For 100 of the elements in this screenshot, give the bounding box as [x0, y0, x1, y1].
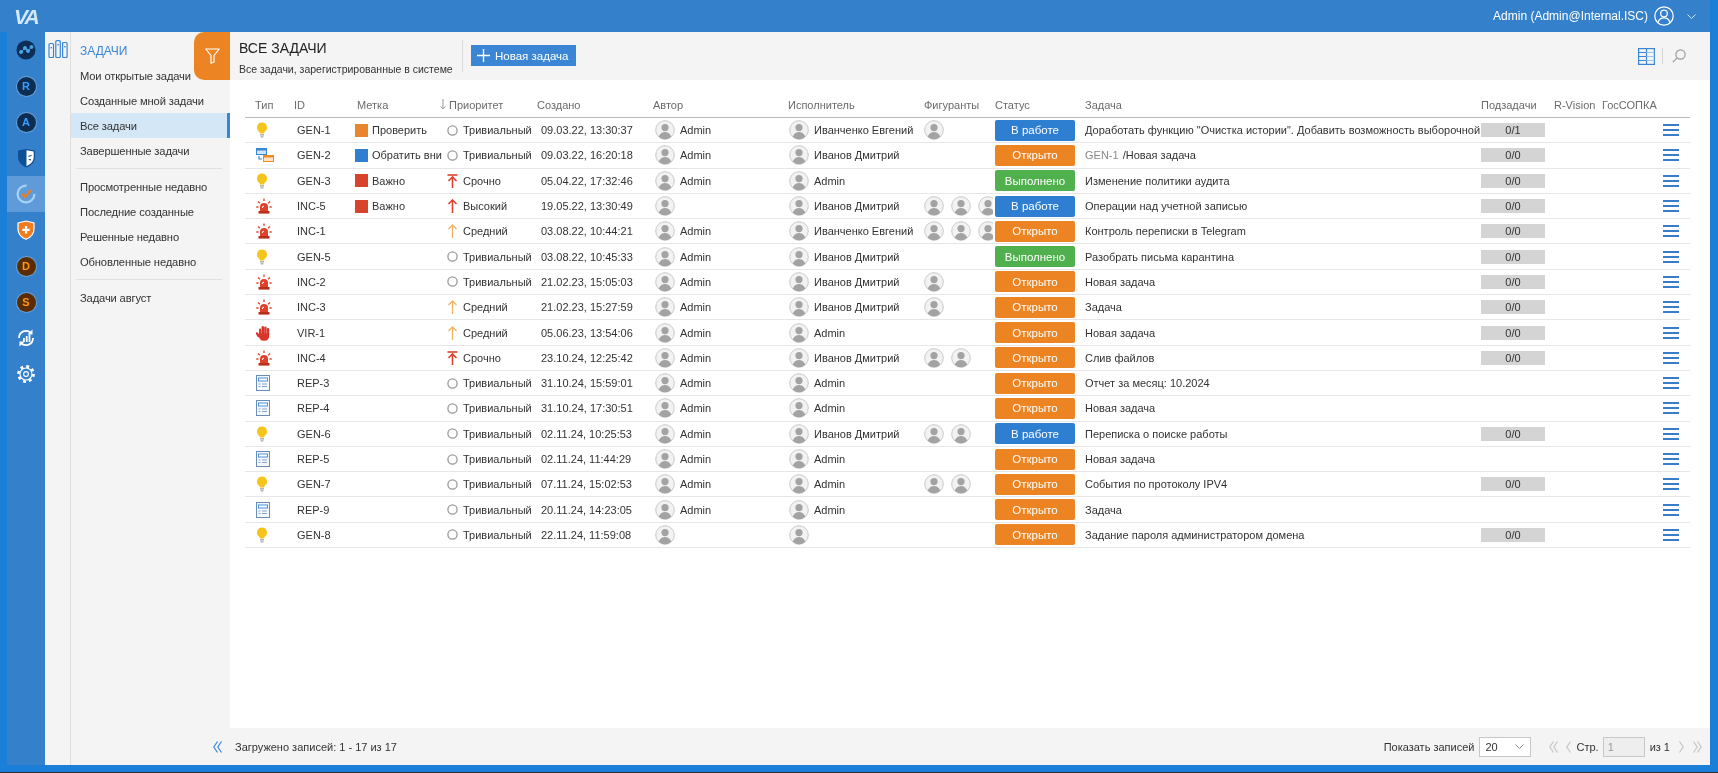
user-icon[interactable]	[1654, 6, 1674, 26]
double-chevron-left-icon[interactable]	[213, 740, 222, 753]
task-title: Задача	[1085, 301, 1122, 314]
module-button[interactable]: D	[7, 248, 45, 284]
menu-icon[interactable]	[1663, 402, 1679, 415]
nav-item[interactable]: Созданные мной задачи	[71, 88, 204, 113]
avatar-icon	[655, 423, 675, 444]
menu-icon[interactable]	[1663, 200, 1679, 213]
menu-icon[interactable]	[1663, 503, 1679, 516]
check-circle-icon	[16, 184, 36, 204]
task-id: INC-4	[297, 351, 326, 364]
columns-icon[interactable]	[1638, 47, 1655, 65]
column-header[interactable]: ID	[294, 98, 305, 111]
tag-label: Проверить	[372, 124, 427, 137]
column-header[interactable]: R-Vision	[1554, 98, 1596, 111]
task-title: Слив файлов	[1085, 351, 1155, 364]
column-header[interactable]: Создано	[537, 98, 581, 111]
module-button[interactable]: A	[7, 104, 45, 140]
avatar-icon	[655, 474, 675, 495]
parent-task-link[interactable]: GEN-1	[1085, 149, 1119, 162]
page-title: ВСЕ ЗАДАЧИ	[239, 39, 327, 57]
column-header[interactable]: Фигуранты	[924, 98, 980, 111]
priority-label: Средний	[463, 326, 508, 339]
user-name[interactable]: Admin (Admin@Internal.ISC)	[1493, 9, 1648, 23]
bar-chart-icon[interactable]	[47, 40, 68, 58]
task-id: GEN-6	[297, 427, 331, 440]
nav-item[interactable]: Завершенные задачи	[71, 138, 190, 163]
nav-item[interactable]: Все задачи	[71, 113, 230, 138]
menu-icon[interactable]	[1663, 275, 1679, 288]
assignee-name: Иванов Дмитрий	[814, 351, 900, 364]
menu-icon[interactable]	[1663, 351, 1679, 364]
task-title: Изменение политики аудита	[1085, 174, 1230, 187]
assignee-name: Admin	[814, 174, 846, 187]
task-title: /Новая задача	[1122, 149, 1196, 162]
column-header[interactable]: Задача	[1085, 98, 1122, 111]
siren-icon	[256, 299, 272, 316]
search-icon[interactable]	[1672, 49, 1686, 63]
nav-item[interactable]: Просмотренные недавно	[71, 174, 208, 199]
priority-label: Тривиальный	[463, 149, 532, 162]
sort-down-icon[interactable]	[440, 99, 446, 110]
document-icon	[256, 451, 270, 467]
column-header[interactable]: Метка	[357, 98, 389, 111]
menu-icon[interactable]	[1663, 326, 1679, 339]
arrow-up-icon	[447, 325, 458, 340]
avatar-icon	[789, 423, 809, 444]
menu-icon[interactable]	[1663, 174, 1679, 187]
menu-icon[interactable]	[1663, 250, 1679, 263]
avatar-icon	[655, 524, 675, 545]
priority-label: Срочно	[463, 351, 501, 364]
menu-icon[interactable]	[1663, 301, 1679, 314]
status-badge: Открыто	[995, 397, 1075, 419]
circle-icon	[447, 251, 458, 263]
nav-item[interactable]: Последние созданные	[71, 199, 194, 224]
avatar-icon	[655, 120, 675, 141]
column-header[interactable]: Тип	[255, 98, 274, 111]
task-id: GEN-3	[297, 174, 331, 187]
column-header[interactable]: Исполнитель	[788, 98, 855, 111]
new-task-button[interactable]: Новая задача	[471, 45, 577, 66]
column-header[interactable]: ГосСОПКА	[1602, 98, 1657, 111]
task-title: Переписка о поиске работы	[1085, 427, 1228, 440]
created-date: 21.02.23, 15:05:03	[541, 275, 633, 288]
menu-icon[interactable]	[1663, 453, 1679, 465]
filter-button[interactable]	[194, 32, 230, 80]
nav-item[interactable]: Мои открытые задачи	[71, 63, 191, 88]
menu-icon[interactable]	[1663, 225, 1679, 238]
task-id: INC-2	[297, 275, 326, 288]
siren-icon	[256, 273, 272, 290]
module-button[interactable]: S	[7, 284, 45, 320]
menu-icon[interactable]	[1663, 124, 1679, 137]
priority-label: Тривиальный	[463, 427, 532, 440]
avatar-icon	[789, 170, 809, 191]
menu-icon[interactable]	[1663, 427, 1679, 440]
column-header[interactable]: Статус	[995, 98, 1030, 111]
nav-item[interactable]: Задачи август	[71, 285, 152, 310]
column-header[interactable]: Приоритет	[449, 98, 504, 111]
nav-item[interactable]: Решенные недавно	[71, 224, 179, 249]
author-name: Admin	[680, 402, 712, 415]
menu-icon[interactable]	[1663, 149, 1679, 162]
avatar-icon	[951, 196, 971, 217]
module-button[interactable]: R	[7, 68, 45, 104]
menu-icon[interactable]	[1663, 377, 1679, 390]
page-size-select[interactable]: 20	[1479, 736, 1532, 757]
avatar-icon	[924, 120, 944, 141]
task-title: Новая задача	[1085, 453, 1156, 465]
tag-label: Важно	[372, 174, 405, 187]
column-header[interactable]: Подзадачи	[1481, 98, 1537, 111]
avatar-icon	[655, 373, 675, 394]
menu-icon[interactable]	[1663, 478, 1679, 491]
column-header[interactable]: Автор	[653, 98, 684, 111]
chevron-down-icon[interactable]	[1687, 13, 1696, 19]
avatar-icon	[789, 246, 809, 267]
avatar-icon	[951, 347, 971, 368]
priority-label: Тривиальный	[463, 453, 532, 465]
avatar-icon	[951, 423, 971, 444]
status-badge: Открыто	[995, 524, 1075, 546]
network-icon	[16, 40, 36, 60]
avatar-icon	[655, 347, 675, 368]
menu-icon[interactable]	[1663, 528, 1679, 541]
subtask-counter: 0/0	[1481, 426, 1545, 441]
nav-item[interactable]: Обновленные недавно	[71, 249, 197, 274]
